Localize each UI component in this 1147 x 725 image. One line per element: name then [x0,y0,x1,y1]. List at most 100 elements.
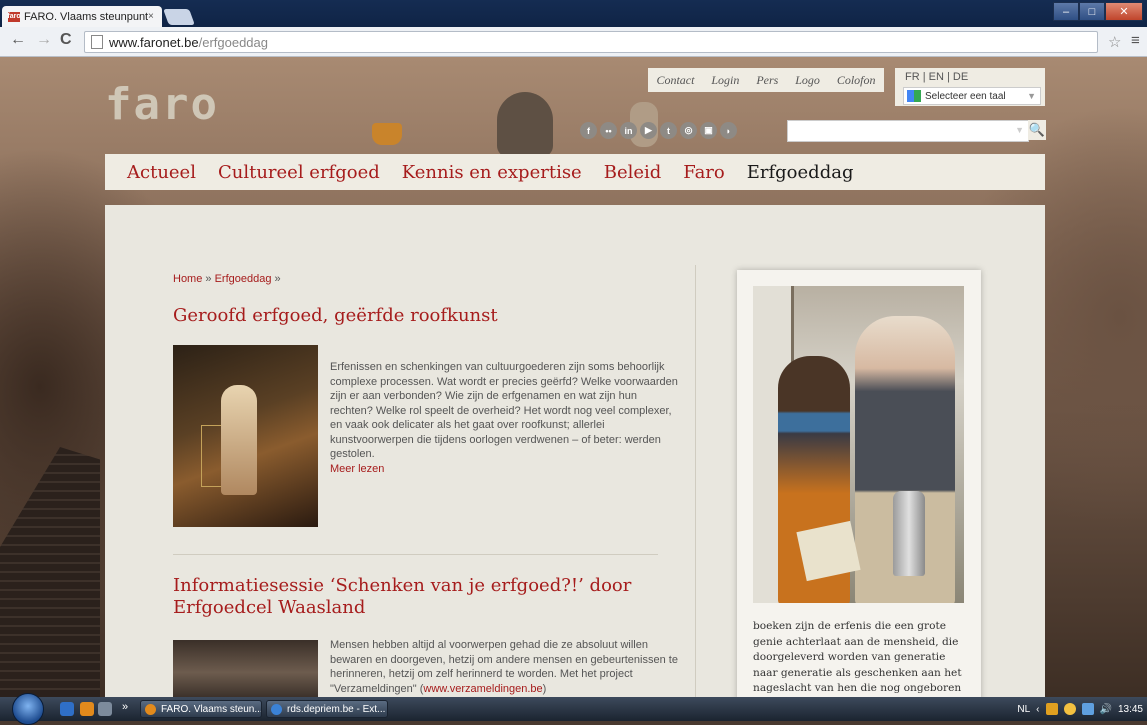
article-excerpt-end: ) [542,682,547,695]
linkedin-icon[interactable]: in [620,122,637,139]
background-stairs [0,447,100,697]
system-tray: NL ‹ 🔊 13:45 [1017,697,1147,721]
photo-milk-can [893,491,925,576]
breadcrumb-erfgoeddag[interactable]: Erfgoeddag [215,273,272,285]
translate-label: Selecteer een taal [925,90,1006,102]
explorer-icon[interactable] [98,702,112,716]
taskbar-button-label: rds.depriem.be - Ext... [287,703,386,715]
search-icon[interactable]: 🔍 [1028,120,1046,140]
top-link-contact[interactable]: Contact [656,73,694,88]
tray-app-icon[interactable] [1063,703,1076,715]
nav-item-actueel[interactable]: Actueel [127,162,196,183]
verzameldingen-link[interactable]: www.verzameldingen.be [423,683,542,695]
language-indicator[interactable]: NL [1017,704,1030,715]
sidebar-box: boeken zijn de erfenis die een grote gen… [737,270,981,697]
windows-taskbar: » FARO. Vlaams steun... rds.depriem.be -… [0,693,1147,725]
tab-close-icon[interactable]: × [148,11,162,22]
article-thumbnail[interactable] [173,640,318,697]
taskbar-button-faro[interactable]: FARO. Vlaams steun... [140,700,262,718]
background-bust [497,92,553,157]
social-icons: f •• in ▶ t ◎ ▣ ◗ [580,122,737,139]
browser-tabstrip: faro FARO. Vlaams steunpunt × – □ ✕ [0,0,1147,27]
top-link-login[interactable]: Login [711,73,739,88]
content-area: Home » Erfgoeddag » Geroofd erfgoed, geë… [105,205,1045,697]
menu-icon[interactable]: ≡ [1131,32,1140,49]
main-navigation: Actueel Cultureel erfgoed Kennis en expe… [105,154,1045,190]
chevron-down-icon: ▼ [1027,91,1036,101]
tab-title: FARO. Vlaams steunpunt [24,10,148,23]
quicklaunch-more-icon[interactable]: » [122,701,128,713]
tray-app-icon[interactable] [1045,703,1058,715]
start-button[interactable] [12,693,44,725]
google-translate-icon [907,90,921,102]
taskbar-button-label: FARO. Vlaams steun... [161,703,262,715]
window-controls: – □ ✕ [1053,2,1143,21]
sidebar-photo [753,286,964,603]
globe-icon [271,703,282,715]
browser-toolbar: ← → C www.faronet.be/erfgoeddag ☆ ≡ [0,27,1147,57]
painting-figure [221,385,257,495]
flickr-icon[interactable]: •• [600,122,617,139]
search-dropdown-icon: ▼ [1015,125,1024,135]
show-desktop-icon[interactable] [60,702,74,716]
article-excerpt: Mensen hebben altijd al voorwerpen gehad… [330,638,680,696]
twitter-icon[interactable]: t [660,122,677,139]
url-path: /erfgoeddag [198,34,269,50]
photo-paper [796,520,861,582]
nav-item-faro[interactable]: Faro [683,162,724,183]
volume-icon[interactable]: 🔊 [1100,704,1112,715]
breadcrumb-separator: » [205,273,212,285]
article-divider [173,554,658,555]
article-title[interactable]: Geroofd erfgoed, geërfde roofkunst [173,305,498,327]
page-icon [91,35,103,49]
painting-birdcage [201,425,223,487]
top-link-pers[interactable]: Pers [756,73,778,88]
top-link-colofon[interactable]: Colofon [837,73,876,88]
language-links[interactable]: FR | EN | DE [905,71,968,83]
tray-expand-icon[interactable]: ‹ [1036,704,1039,715]
nav-item-erfgoeddag[interactable]: Erfgoeddag [747,162,854,183]
rss-icon[interactable]: ◗ [720,122,737,139]
facebook-icon[interactable]: f [580,122,597,139]
nav-item-beleid[interactable]: Beleid [604,162,662,183]
clock[interactable]: 13:45 [1118,704,1143,715]
reload-icon[interactable]: C [60,31,72,49]
window-close-button[interactable]: ✕ [1105,2,1143,21]
firefox-icon[interactable] [80,702,94,716]
browser-icon [145,703,156,715]
forward-arrow-icon[interactable]: → [36,31,52,49]
minimize-button[interactable]: – [1053,2,1079,21]
youtube-icon[interactable]: ▶ [640,122,657,139]
top-links: Contact Login Pers Logo Colofon [648,68,884,92]
back-arrow-icon[interactable]: ← [10,31,26,49]
sidebar-quote: boeken zijn de erfenis die een grote gen… [753,620,962,694]
article-title-line2: Erfgoedcel Waasland [173,597,366,618]
article-thumbnail[interactable] [173,345,318,527]
faro-favicon-icon: faro [7,11,21,22]
read-more-link[interactable]: Meer lezen [330,463,384,475]
google-translate-select[interactable]: Selecteer een taal ▼ [903,87,1041,105]
article-excerpt: Erfenissen en schenkingen van cultuurgoe… [330,360,680,476]
background-crown [372,123,402,145]
network-icon[interactable] [1081,703,1094,715]
browser-tab[interactable]: faro FARO. Vlaams steunpunt × [2,6,162,27]
youtube-tv-icon[interactable]: ▣ [700,122,717,139]
breadcrumb-home[interactable]: Home [173,273,202,285]
article-title[interactable]: Informatiesessie ‘Schenken van je erfgoe… [173,575,631,619]
taskbar-button-rds[interactable]: rds.depriem.be - Ext... [266,700,388,718]
nav-item-cultureel-erfgoed[interactable]: Cultureel erfgoed [218,162,380,183]
web-page: faro Contact Login Pers Logo Colofon FR … [0,57,1147,697]
nav-item-kennis-en-expertise[interactable]: Kennis en expertise [402,162,582,183]
column-divider [695,265,696,697]
language-box: FR | EN | DE Selecteer een taal ▼ [895,68,1045,106]
maximize-button[interactable]: □ [1079,2,1105,21]
breadcrumb-separator: » [274,273,281,285]
url-host: www.faronet.be [109,34,199,50]
top-link-logo[interactable]: Logo [795,73,820,88]
bookmark-star-icon[interactable]: ☆ [1108,33,1121,51]
address-bar[interactable]: www.faronet.be/erfgoeddag [84,31,1098,53]
issuu-icon[interactable]: ◎ [680,122,697,139]
site-search-input[interactable]: ▼ [787,120,1029,142]
faro-logo[interactable]: faro [105,82,230,127]
new-tab-button[interactable] [163,9,195,25]
